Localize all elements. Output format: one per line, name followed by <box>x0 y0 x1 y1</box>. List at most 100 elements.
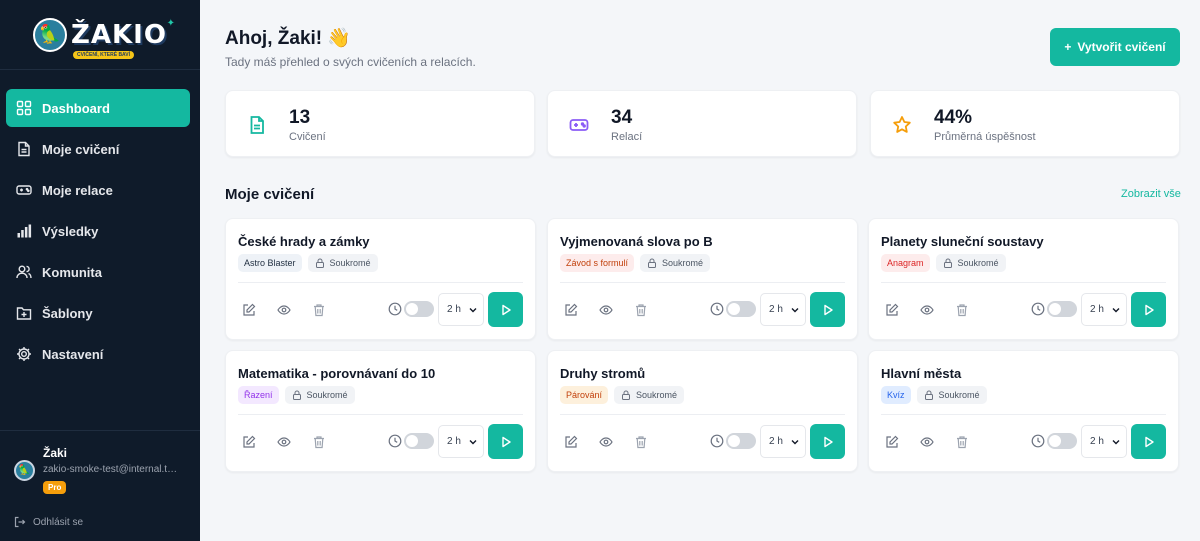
exercise-card: Matematika - porovnávaní do 10 Řazení So… <box>225 350 536 472</box>
logo-tagline: CVIČENÍ, KTERÉ BAVÍ <box>73 50 135 59</box>
pro-badge: Pro <box>43 481 67 494</box>
star-icon <box>893 116 911 133</box>
duration-value: 2 h <box>769 304 783 315</box>
trash-icon[interactable] <box>312 435 326 449</box>
stat-value: 13 <box>289 107 311 128</box>
sidebar: 🦜 ŽAKIO CVIČENÍ, KTERÉ BAVÍ ✦ Dashboard … <box>0 0 200 541</box>
duration-select[interactable]: 2 h <box>1081 293 1127 326</box>
edit-icon[interactable] <box>564 303 578 317</box>
sidebar-item-moje-relace[interactable]: Moje relace <box>6 171 190 209</box>
plus-icon: + <box>1064 40 1072 54</box>
duration-value: 2 h <box>769 436 783 447</box>
create-exercise-button[interactable]: + Vytvořit cvičení <box>1050 28 1180 66</box>
logout-icon <box>14 516 26 528</box>
eye-icon[interactable] <box>599 303 613 317</box>
privacy-tag: Soukromé <box>307 254 378 272</box>
edit-icon[interactable] <box>885 435 899 449</box>
divider <box>881 414 1166 415</box>
sidebar-item-nastaveni[interactable]: Nastavení <box>6 335 190 373</box>
eye-icon[interactable] <box>599 435 613 449</box>
timer-toggle[interactable] <box>404 301 434 317</box>
bar-chart-icon <box>17 224 32 238</box>
divider <box>881 282 1166 283</box>
trash-icon[interactable] <box>634 435 648 449</box>
timer-toggle[interactable] <box>1047 301 1077 317</box>
duration-select[interactable]: 2 h <box>438 293 484 326</box>
logo-area: 🦜 ŽAKIO CVIČENÍ, KTERÉ BAVÍ ✦ <box>0 0 200 70</box>
clock-icon <box>710 434 724 448</box>
sidebar-item-komunita[interactable]: Komunita <box>6 253 190 291</box>
sidebar-item-moje-cviceni[interactable]: Moje cvičení <box>6 130 190 168</box>
play-button[interactable] <box>488 424 523 459</box>
trash-icon[interactable] <box>312 303 326 317</box>
lock-icon <box>292 390 301 400</box>
eye-icon[interactable] <box>277 435 291 449</box>
edit-icon[interactable] <box>242 435 256 449</box>
user-panel: 🦜 Žaki zakio-smoke-test@internal.tes... … <box>0 430 200 541</box>
timer-toggle[interactable] <box>404 433 434 449</box>
trash-icon[interactable] <box>955 435 969 449</box>
eye-icon[interactable] <box>277 303 291 317</box>
eye-icon[interactable] <box>920 435 934 449</box>
user-name: Žaki <box>43 446 68 460</box>
exercise-title: České hrady a zámky <box>238 234 370 249</box>
privacy-label: Soukromé <box>306 390 348 400</box>
logo-text: ŽAKIO <box>71 19 167 50</box>
stat-value: 44% <box>934 107 973 128</box>
play-button[interactable] <box>810 292 845 327</box>
privacy-tag: Soukromé <box>640 254 711 272</box>
show-all-link[interactable]: Zobrazit vše <box>1121 188 1181 200</box>
sidebar-item-dashboard[interactable]: Dashboard <box>6 89 190 127</box>
stat-label: Cvičení <box>289 131 326 143</box>
sidebar-item-label: Komunita <box>42 264 102 280</box>
play-button[interactable] <box>1131 292 1166 327</box>
trash-icon[interactable] <box>955 303 969 317</box>
users-icon <box>16 265 32 279</box>
duration-select[interactable]: 2 h <box>438 425 484 458</box>
play-button[interactable] <box>1131 424 1166 459</box>
play-icon <box>1144 304 1154 315</box>
document-icon <box>250 116 264 134</box>
game-type-tag: Párování <box>560 386 609 404</box>
privacy-label: Soukromé <box>662 258 704 268</box>
main-content: Ahoj, Žaki! 👋 Tady máš přehled o svých c… <box>200 0 1200 541</box>
duration-select[interactable]: 2 h <box>760 293 806 326</box>
divider <box>560 414 845 415</box>
app-logo[interactable]: 🦜 ŽAKIO CVIČENÍ, KTERÉ BAVÍ ✦ <box>33 17 175 59</box>
create-exercise-label: Vytvořit cvičení <box>1077 40 1166 54</box>
sidebar-item-sablony[interactable]: Šablony <box>6 294 190 332</box>
privacy-label: Soukromé <box>636 390 678 400</box>
edit-icon[interactable] <box>242 303 256 317</box>
timer-toggle[interactable] <box>1047 433 1077 449</box>
privacy-tag: Soukromé <box>916 386 987 404</box>
sidebar-item-vysledky[interactable]: Výsledky <box>6 212 190 250</box>
edit-icon[interactable] <box>885 303 899 317</box>
exercise-title: Vyjmenovaná slova po B <box>560 234 713 249</box>
eye-icon[interactable] <box>920 303 934 317</box>
trash-icon[interactable] <box>634 303 648 317</box>
chevron-down-icon <box>1112 440 1120 445</box>
timer-toggle[interactable] <box>726 301 756 317</box>
exercise-tags: Závod s formulí Soukromé <box>560 254 711 272</box>
exercise-card: Druhy stromů Párování Soukromé 2 h <box>547 350 858 472</box>
grid-icon <box>16 100 32 116</box>
lock-icon <box>622 390 631 400</box>
play-button[interactable] <box>810 424 845 459</box>
exercise-title: Planety sluneční soustavy <box>881 234 1044 249</box>
play-button[interactable] <box>488 292 523 327</box>
gear-icon <box>17 347 31 361</box>
page-title: Ahoj, Žaki! 👋 <box>225 28 352 49</box>
duration-select[interactable]: 2 h <box>760 425 806 458</box>
exercise-tags: Astro Blaster Soukromé <box>238 254 378 272</box>
stat-card-exercises: 13 Cvičení <box>225 90 535 157</box>
exercise-title: Matematika - porovnávaní do 10 <box>238 366 436 381</box>
duration-select[interactable]: 2 h <box>1081 425 1127 458</box>
timer-toggle[interactable] <box>726 433 756 449</box>
lock-icon <box>315 258 324 268</box>
avatar[interactable]: 🦜 <box>14 460 35 481</box>
edit-icon[interactable] <box>564 435 578 449</box>
sidebar-item-label: Nastavení <box>42 346 104 362</box>
game-type-tag: Řazení <box>238 386 279 404</box>
exercise-tags: Párování Soukromé <box>560 386 685 404</box>
logout-link[interactable]: Odhlásit se <box>14 516 83 528</box>
